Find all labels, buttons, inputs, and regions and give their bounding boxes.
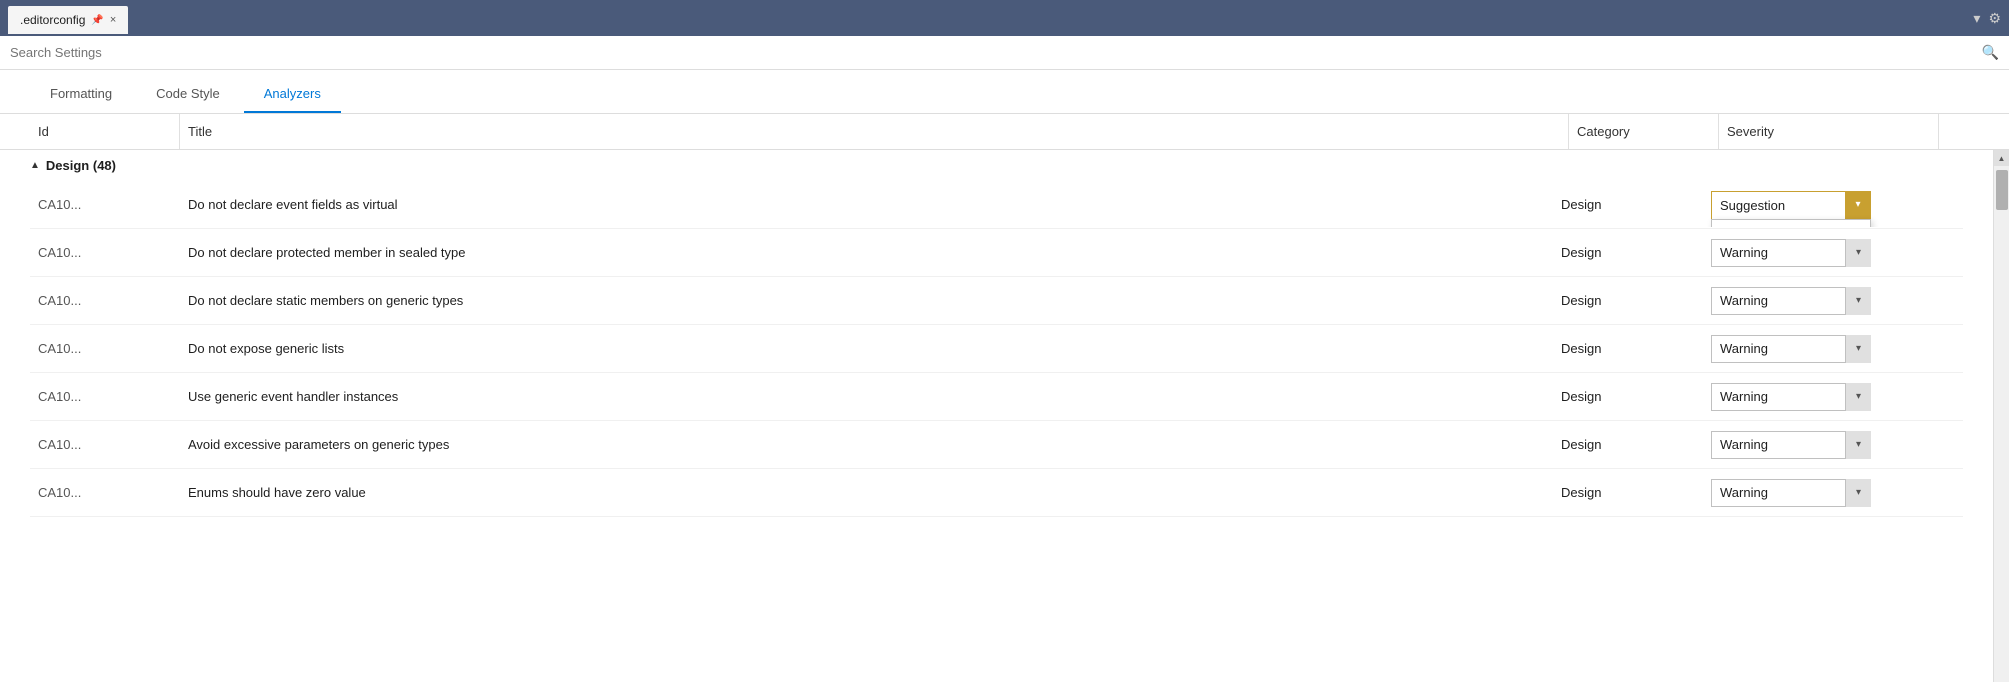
- tab-label: .editorconfig: [20, 13, 85, 27]
- cell-severity-1: Warning ▾: [1703, 231, 1923, 275]
- cell-extra-1: [1923, 245, 1963, 261]
- dropdown-popup-0: Disabled Suggestion Warning Error: [1711, 219, 1871, 227]
- tab-code-style[interactable]: Code Style: [136, 78, 240, 113]
- tab-analyzers[interactable]: Analyzers: [244, 78, 341, 113]
- cell-title-5: Avoid excessive parameters on generic ty…: [180, 429, 1553, 460]
- cell-id-6: CA10...: [30, 477, 180, 508]
- group-header-design[interactable]: ▲ Design (48): [30, 150, 1963, 181]
- cell-id-4: CA10...: [30, 381, 180, 412]
- cell-title-4: Use generic event handler instances: [180, 381, 1553, 412]
- table-row: CA10... Avoid excessive parameters on ge…: [30, 421, 1963, 469]
- cell-title-0: Do not declare event fields as virtual: [180, 189, 1553, 220]
- cell-category-1: Design: [1553, 237, 1703, 268]
- cell-extra-6: [1923, 485, 1963, 501]
- close-icon[interactable]: ×: [110, 14, 116, 26]
- table-row: CA10... Do not declare static members on…: [30, 277, 1963, 325]
- cell-extra-0: [1923, 197, 1963, 213]
- search-icon: 🔍: [1982, 44, 1999, 61]
- cell-title-3: Do not expose generic lists: [180, 333, 1553, 364]
- editor-tab[interactable]: .editorconfig 📌 ×: [8, 6, 128, 34]
- severity-dropdown-5[interactable]: Warning: [1711, 431, 1871, 459]
- severity-dropdown-wrapper-1: Warning ▾: [1711, 239, 1871, 267]
- tab-formatting[interactable]: Formatting: [30, 78, 132, 113]
- col-id: Id: [30, 114, 180, 149]
- cell-title-1: Do not declare protected member in seale…: [180, 237, 1553, 268]
- cell-severity-4: Warning ▾: [1703, 375, 1923, 419]
- search-bar: 🔍: [0, 36, 2009, 70]
- cell-category-3: Design: [1553, 333, 1703, 364]
- cell-id-1: CA10...: [30, 237, 180, 268]
- severity-dropdown-wrapper-5: Warning ▾: [1711, 431, 1871, 459]
- table-header: Id Title Category Severity: [0, 114, 2009, 150]
- title-bar: .editorconfig 📌 × ▾ ⚙: [0, 0, 2009, 36]
- cell-category-0: Design: [1553, 189, 1703, 220]
- cell-category-4: Design: [1553, 381, 1703, 412]
- cell-extra-3: [1923, 341, 1963, 357]
- table-row: CA10... Enums should have zero value Des…: [30, 469, 1963, 517]
- cell-severity-3: Warning ▾: [1703, 327, 1923, 371]
- cell-severity-2: Warning ▾: [1703, 279, 1923, 323]
- cell-id-2: CA10...: [30, 285, 180, 316]
- severity-dropdown-3[interactable]: Warning: [1711, 335, 1871, 363]
- col-title: Title: [180, 114, 1569, 149]
- cell-category-5: Design: [1553, 429, 1703, 460]
- severity-dropdown-6[interactable]: Warning: [1711, 479, 1871, 507]
- table-row: CA10... Do not declare event fields as v…: [30, 181, 1963, 229]
- content-scrollbar: ▲ Design (48) CA10... Do not declare eve…: [0, 150, 2009, 682]
- cell-category-6: Design: [1553, 477, 1703, 508]
- cell-severity-5: Warning ▾: [1703, 423, 1923, 467]
- table-container: Id Title Category Severity ▲ Design (48)…: [0, 114, 2009, 682]
- cell-id-0: CA10...: [30, 189, 180, 220]
- cell-title-2: Do not declare static members on generic…: [180, 285, 1553, 316]
- group-collapse-icon: ▲: [30, 160, 40, 171]
- scroll-thumb[interactable]: [1996, 170, 2008, 210]
- cell-id-3: CA10...: [30, 333, 180, 364]
- scroll-up-button[interactable]: ▲: [1994, 150, 2009, 166]
- scrollbar[interactable]: ▲: [1993, 150, 2009, 682]
- main-content: Formatting Code Style Analyzers Id Title…: [0, 70, 2009, 682]
- severity-dropdown-4[interactable]: Warning: [1711, 383, 1871, 411]
- settings-icon[interactable]: ⚙: [1988, 10, 2001, 27]
- severity-dropdown-open[interactable]: Suggestion: [1711, 191, 1871, 219]
- tabs-row: Formatting Code Style Analyzers: [0, 70, 2009, 114]
- col-severity: Severity: [1719, 114, 1939, 149]
- severity-dropdown-wrapper-6: Warning ▾: [1711, 479, 1871, 507]
- option-disabled[interactable]: Disabled: [1712, 220, 1870, 227]
- cell-severity-0: Suggestion ▾ Disabled Suggestion Warning…: [1703, 183, 1923, 227]
- title-bar-right: ▾ ⚙: [1973, 10, 2001, 27]
- severity-dropdown-1[interactable]: Warning: [1711, 239, 1871, 267]
- cell-severity-6: Warning ▾: [1703, 471, 1923, 515]
- cell-extra-4: [1923, 389, 1963, 405]
- cell-id-5: CA10...: [30, 429, 180, 460]
- severity-dropdown-wrapper-0: Suggestion ▾ Disabled Suggestion Warning…: [1711, 191, 1871, 219]
- severity-dropdown-wrapper-3: Warning ▾: [1711, 335, 1871, 363]
- severity-dropdown-wrapper-4: Warning ▾: [1711, 383, 1871, 411]
- dropdown-icon[interactable]: ▾: [1973, 10, 1980, 27]
- table-body: ▲ Design (48) CA10... Do not declare eve…: [0, 150, 1993, 682]
- table-row: CA10... Do not declare protected member …: [30, 229, 1963, 277]
- table-row: CA10... Do not expose generic lists Desi…: [30, 325, 1963, 373]
- cell-extra-5: [1923, 437, 1963, 453]
- col-extra: [1939, 114, 1979, 149]
- table-row: CA10... Use generic event handler instan…: [30, 373, 1963, 421]
- cell-extra-2: [1923, 293, 1963, 309]
- col-category: Category: [1569, 114, 1719, 149]
- severity-dropdown-2[interactable]: Warning: [1711, 287, 1871, 315]
- cell-title-6: Enums should have zero value: [180, 477, 1553, 508]
- cell-category-2: Design: [1553, 285, 1703, 316]
- severity-dropdown-wrapper-2: Warning ▾: [1711, 287, 1871, 315]
- pin-icon[interactable]: 📌: [91, 15, 103, 26]
- group-label: Design (48): [46, 158, 116, 173]
- search-input[interactable]: [10, 45, 1982, 60]
